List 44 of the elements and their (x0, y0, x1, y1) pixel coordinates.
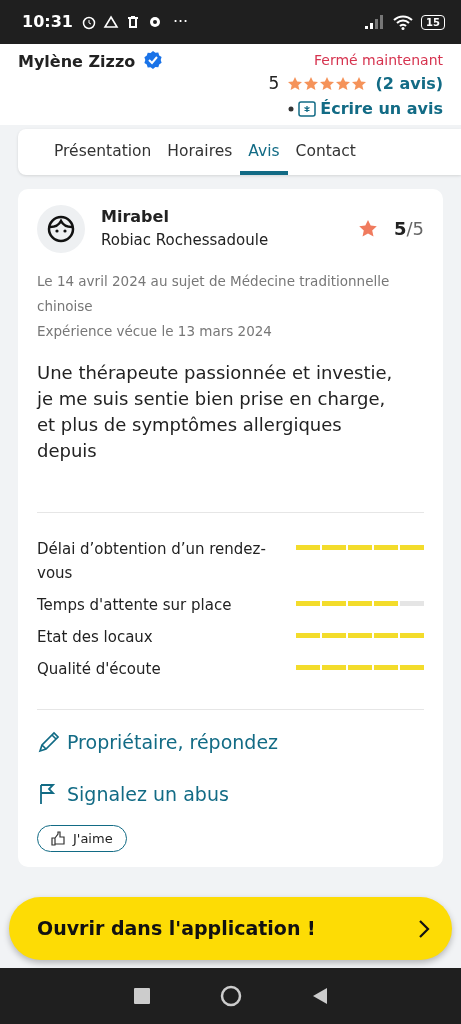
battery-icon: 15 (421, 14, 445, 30)
pencil-icon (37, 729, 59, 754)
experience-date: Expérience vécue le 13 mars 2024 (37, 321, 273, 341)
star-icon (303, 75, 320, 92)
reply-link[interactable]: Propriétaire, répondez (67, 727, 279, 756)
bullet-icon (288, 105, 295, 112)
criterion-label: Temps d'attente sur place (37, 594, 233, 616)
star-icon (319, 75, 336, 92)
star-icon (287, 75, 304, 92)
chevron-right-icon (418, 918, 430, 939)
review-date: Le 14 avril 2024 au sujet de Médecine traditionnelle chinoise (37, 271, 391, 316)
write-review-link[interactable]: Écrire un avis (320, 96, 443, 121)
criterion-label: Qualité d'écoute (37, 658, 162, 680)
tab[interactable]: Horaires (159, 128, 241, 175)
thumbs-up-icon (51, 830, 65, 847)
more-icon: ··· (172, 10, 189, 34)
triangle-icon (102, 14, 119, 30)
report-link[interactable]: Signalez un abus (67, 780, 229, 809)
criterion-label: Délai d’obtention d’un rendez-vous (37, 538, 267, 584)
review-score: 5/5 (393, 217, 424, 241)
alarm-clock-icon (80, 14, 97, 30)
star-icon (351, 75, 368, 92)
clock-text: 10:31 (22, 11, 73, 33)
open-status: Fermé maintenant (314, 51, 443, 70)
avatar-icon (37, 204, 85, 253)
home-icon (219, 985, 242, 1007)
star-icon (335, 75, 352, 92)
star-icon (357, 218, 378, 239)
like-button[interactable]: J'aime (37, 824, 127, 852)
tab[interactable]: Présentation (46, 128, 160, 175)
signal-icon (365, 15, 386, 29)
doctor-name: Mylène Zizzo (18, 51, 136, 73)
tab[interactable]: Contact (287, 128, 364, 175)
back-icon (311, 987, 328, 1005)
criterion-label: Etat des locaux (37, 626, 154, 648)
review-text: Une thérapeute passionnée et investie, je me suis sentie bien prise en charge, et plus de symptômes allergiques depuis (37, 360, 394, 463)
open-app-button[interactable]: Ouvrir dans l'application ! (9, 897, 452, 960)
rating-value: 5 (268, 72, 280, 95)
recent-apps-icon (133, 988, 150, 1004)
tab[interactable]: Avis (240, 128, 288, 175)
wifi-icon (393, 14, 414, 30)
reviewer-name: Mirabel (101, 206, 170, 229)
reviews-link[interactable]: (2 avis) (375, 71, 443, 96)
reviewer-location: Robiac Rochessadoule (101, 230, 270, 252)
